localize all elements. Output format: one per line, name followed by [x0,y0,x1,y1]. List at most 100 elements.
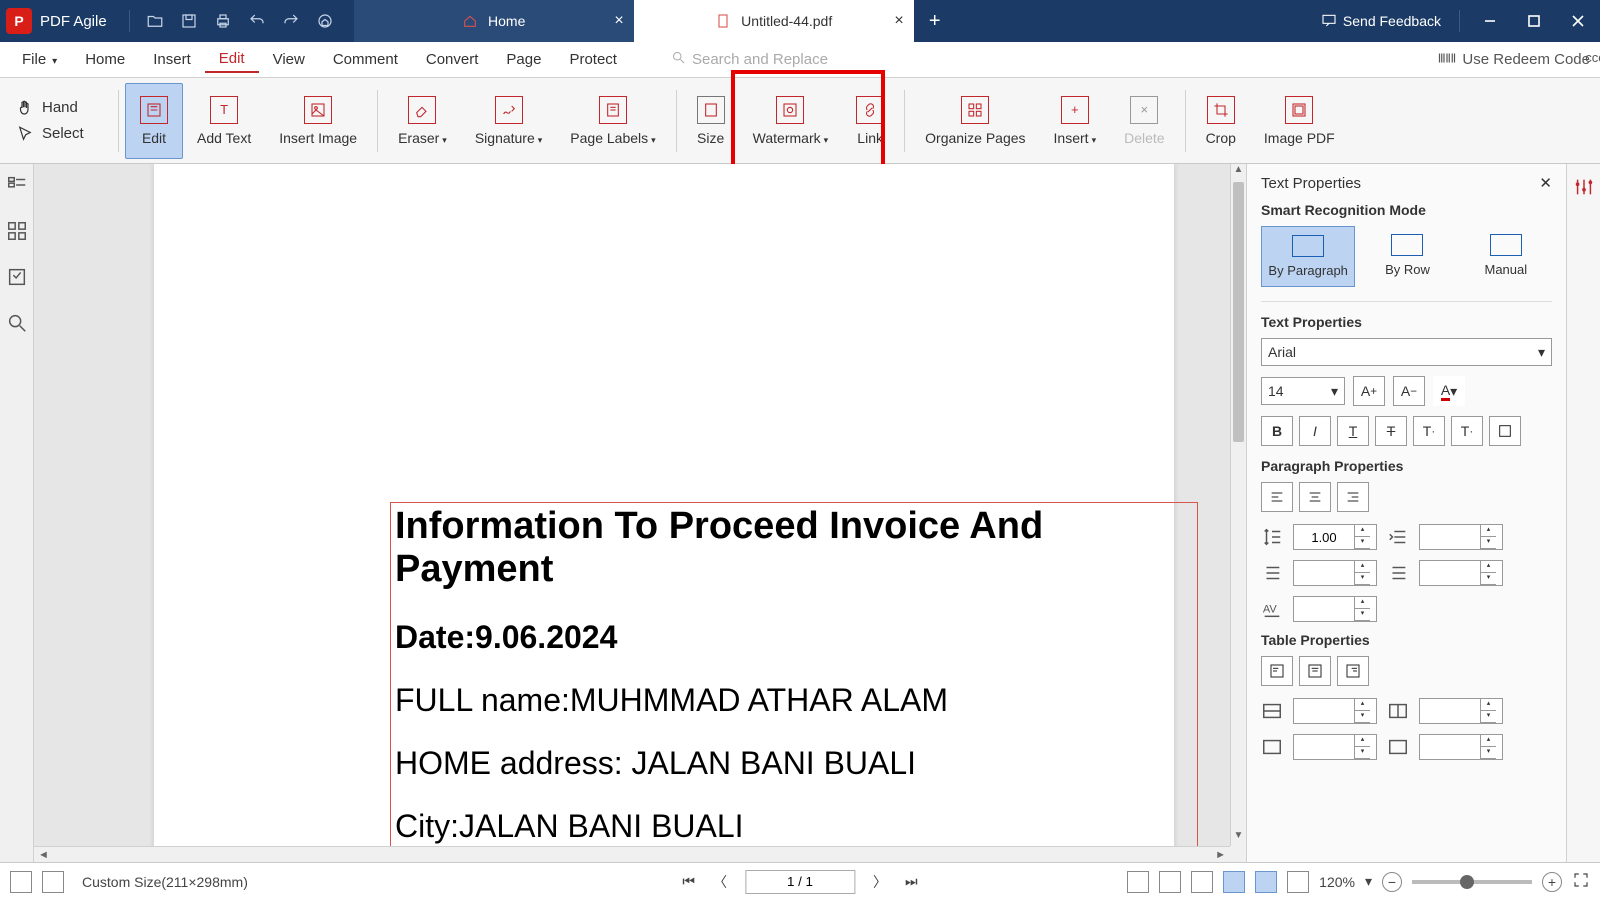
tab-home[interactable]: Home × [354,0,634,42]
save-icon[interactable] [178,10,200,32]
space-before-input[interactable]: ▴▾ [1293,560,1377,586]
organize-pages-button[interactable]: Organize Pages [911,83,1039,159]
close-window-button[interactable] [1556,0,1600,42]
close-icon[interactable]: × [614,12,623,30]
document-canvas[interactable]: Information To Proceed Invoice And Payme… [34,164,1230,862]
bookmarks-icon[interactable] [6,220,28,242]
menu-page[interactable]: Page [492,47,555,72]
menu-protect[interactable]: Protect [555,47,631,72]
new-tab-button[interactable]: + [914,0,956,42]
hand-tool[interactable]: Hand [16,99,112,117]
tab-document[interactable]: Untitled-44.pdf × [634,0,914,42]
align-center-button[interactable] [1299,482,1331,512]
underline-button[interactable]: T [1337,416,1369,446]
watermark-button[interactable]: Watermark [739,83,842,159]
fit-width-icon[interactable] [1127,871,1149,893]
page-number-input[interactable] [745,870,855,894]
mode-by-row[interactable]: By Row [1361,226,1453,287]
cell-align-left-button[interactable] [1261,656,1293,686]
signature-button[interactable]: Signature [461,83,556,159]
scroll-thumb[interactable] [1233,182,1244,442]
redo-icon[interactable] [280,10,302,32]
close-icon[interactable]: × [894,12,903,30]
font-size-select[interactable]: 14▾ [1261,377,1345,405]
zoom-out-button[interactable]: − [1382,872,1402,892]
menu-edit[interactable]: Edit [205,46,259,73]
scroll-up-icon[interactable]: ▲ [1231,164,1246,180]
fullscreen-icon[interactable] [1572,871,1590,892]
add-text-button[interactable]: TAdd Text [183,83,265,159]
highlight-button[interactable] [1489,416,1521,446]
cell-height-input[interactable]: ▴▾ [1419,698,1503,724]
home-qat-icon[interactable] [314,10,336,32]
prev-page-doc-icon[interactable] [10,871,32,893]
actual-size-icon[interactable] [1191,871,1213,893]
zoom-dropdown-icon[interactable]: ▾ [1365,873,1372,890]
menu-file[interactable]: File [8,47,71,72]
font-family-select[interactable]: Arial▾ [1261,338,1552,366]
cell-width-input[interactable]: ▴▾ [1293,698,1377,724]
insert-image-button[interactable]: Insert Image [265,83,371,159]
size-button[interactable]: Size [683,83,739,159]
eraser-button[interactable]: Eraser [384,83,461,159]
print-icon[interactable] [212,10,234,32]
space-after-input[interactable]: ▴▾ [1419,560,1503,586]
first-page-icon[interactable]: ⏮ [682,873,695,890]
undo-icon[interactable] [246,10,268,32]
mode-manual[interactable]: Manual [1460,226,1552,287]
page-labels-button[interactable]: Page Labels [556,83,669,159]
zoom-in-button[interactable]: + [1542,872,1562,892]
fit-page-icon[interactable] [1159,871,1181,893]
image-pdf-button[interactable]: Image PDF [1250,83,1349,159]
two-page-icon[interactable] [1287,871,1309,893]
minimize-button[interactable] [1468,0,1512,42]
align-right-button[interactable] [1337,482,1369,512]
single-page-icon[interactable] [1223,871,1245,893]
menu-convert[interactable]: Convert [412,47,493,72]
strikethrough-button[interactable]: T [1375,416,1407,446]
scroll-down-icon[interactable]: ▼ [1231,830,1246,846]
close-panel-icon[interactable]: ✕ [1539,174,1552,192]
cell-pad-bottom-input[interactable]: ▴▾ [1419,734,1503,760]
horizontal-scrollbar[interactable]: ◄► [34,846,1230,862]
search-panel-icon[interactable] [6,312,28,334]
vertical-scrollbar[interactable]: ▲ ▼ [1230,164,1246,846]
italic-button[interactable]: I [1299,416,1331,446]
indent-left-input[interactable]: ▴▾ [1419,524,1503,550]
font-color-button[interactable]: A ▾ [1433,376,1465,406]
cell-align-right-button[interactable] [1337,656,1369,686]
line-height-input[interactable]: ▴▾ [1293,524,1377,550]
thumbnails-icon[interactable] [6,174,28,196]
bold-button[interactable]: B [1261,416,1293,446]
insert-page-button[interactable]: +Insert [1040,83,1111,159]
align-left-button[interactable] [1261,482,1293,512]
crop-button[interactable]: Crop [1192,83,1250,159]
send-feedback-button[interactable]: Send Feedback [1321,12,1441,31]
char-spacing-input[interactable]: ▴▾ [1293,596,1377,622]
next-page-icon[interactable]: 〉 [873,872,887,892]
shrink-font-button[interactable]: A− [1393,376,1425,406]
maximize-button[interactable] [1512,0,1556,42]
cell-pad-top-input[interactable]: ▴▾ [1293,734,1377,760]
next-page-doc-icon[interactable] [42,871,64,893]
mode-by-paragraph[interactable]: By Paragraph [1261,226,1355,287]
menu-view[interactable]: View [259,47,319,72]
search-replace[interactable]: Search and Replace [671,50,828,69]
link-button[interactable]: Link [842,83,898,159]
menu-comment[interactable]: Comment [319,47,412,72]
menu-insert[interactable]: Insert [139,47,205,72]
cell-align-center-button[interactable] [1299,656,1331,686]
redeem-code-button[interactable]: Use Redeem Code [1438,51,1590,69]
form-icon[interactable] [6,266,28,288]
edit-button[interactable]: Edit [125,83,183,159]
menu-home[interactable]: Home [71,47,139,72]
superscript-button[interactable]: T· [1413,416,1445,446]
last-page-icon[interactable]: ⏭ [905,873,918,890]
settings-icon[interactable] [1573,176,1595,198]
subscript-button[interactable]: T· [1451,416,1483,446]
grow-font-button[interactable]: A+ [1353,376,1385,406]
zoom-slider[interactable] [1412,880,1532,884]
text-selection-box[interactable]: Information To Proceed Invoice And Payme… [390,502,1198,862]
open-icon[interactable] [144,10,166,32]
prev-page-icon[interactable]: 〈 [713,872,727,892]
